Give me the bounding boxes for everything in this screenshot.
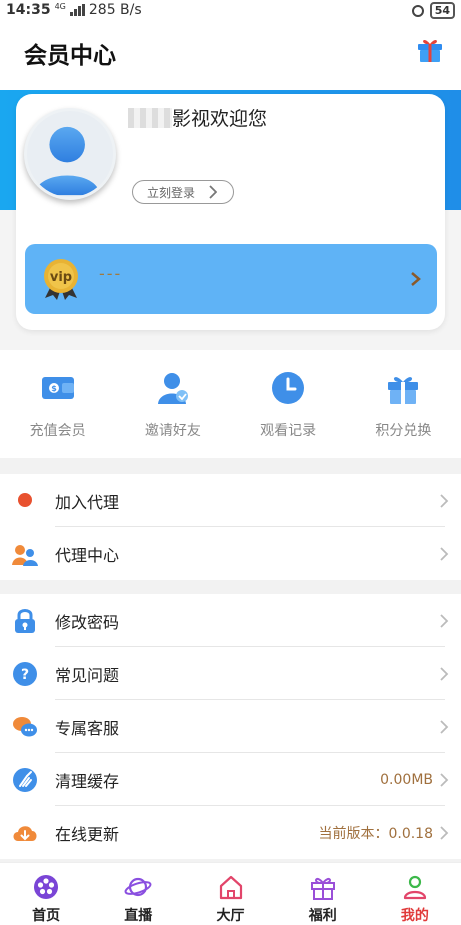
question-icon: ? <box>13 662 37 686</box>
svg-text:?: ? <box>21 667 29 683</box>
quick-invite-friends[interactable]: 邀请好友 <box>115 350 230 458</box>
invite-friend-icon <box>157 373 188 404</box>
quick-actions: $ 充值会员 邀请好友 观看记录 积分兑换 <box>0 350 461 458</box>
chat-bubbles-icon <box>13 717 37 737</box>
chevron-right-icon <box>209 185 218 199</box>
users-icon <box>12 545 38 566</box>
vip-status-bar[interactable]: vip --- <box>25 244 437 314</box>
cache-size-value: 0.00MB <box>380 771 433 788</box>
quick-watch-history[interactable]: 观看记录 <box>231 350 346 458</box>
menu-item-change-password[interactable]: 修改密码 <box>0 594 461 647</box>
quick-recharge-label: 充值会员 <box>29 423 86 439</box>
clock-icon <box>272 372 305 404</box>
menu-item-label: 修改密码 <box>55 612 120 632</box>
nav-welfare-label: 福利 <box>308 908 337 924</box>
quick-points-label: 积分兑换 <box>375 423 432 439</box>
default-avatar-icon <box>34 126 100 196</box>
status-bar: 14:35 4G 285 B/s 54 <box>0 0 461 22</box>
quick-history-label: 观看记录 <box>260 423 317 439</box>
quick-invite-label: 邀请好友 <box>144 423 201 439</box>
network-speed: 285 B/s <box>88 2 142 18</box>
menu-item-online-update[interactable]: 在线更新 当前版本：0.0.18 <box>0 806 461 859</box>
signal-icon <box>69 4 85 16</box>
menu-item-label: 加入代理 <box>55 492 120 512</box>
nav-welfare[interactable]: 福利 <box>277 863 369 925</box>
lock-icon <box>15 609 35 633</box>
menu-item-label: 常见问题 <box>55 665 120 685</box>
chevron-right-icon <box>440 825 449 840</box>
app-version-value: 当前版本：0.0.18 <box>318 825 433 842</box>
nav-mine-label: 我的 <box>400 908 429 924</box>
menu-item-faq[interactable]: ? 常见问题 <box>0 647 461 700</box>
red-dot-icon <box>18 493 32 507</box>
page-title: 会员中心 <box>24 43 116 69</box>
menu-item-label: 在线更新 <box>55 824 120 844</box>
gift-icon <box>388 377 419 404</box>
chevron-right-icon <box>440 493 449 508</box>
username-blurred <box>128 108 172 128</box>
avatar[interactable] <box>24 108 116 200</box>
broom-icon <box>13 768 37 792</box>
rotation-lock-icon <box>411 4 424 17</box>
nav-live[interactable]: 直播 <box>92 863 184 925</box>
chevron-right-icon <box>440 546 449 561</box>
menu-group-agent: 加入代理 代理中心 <box>0 474 461 580</box>
house-icon <box>219 875 242 900</box>
nav-hall-label: 大厅 <box>216 908 245 924</box>
film-reel-icon <box>34 875 59 899</box>
menu-item-customer-service[interactable]: 专属客服 <box>0 700 461 753</box>
menu-item-label: 清理缓存 <box>55 771 120 791</box>
menu-item-join-agent[interactable]: 加入代理 <box>0 474 461 527</box>
menu-item-label: 代理中心 <box>55 545 120 565</box>
chevron-right-icon <box>440 772 449 787</box>
battery-indicator: 54 <box>429 2 455 19</box>
page-header: 会员中心 <box>0 22 461 90</box>
nav-home-label: 首页 <box>32 908 61 924</box>
nav-mine[interactable]: 我的 <box>369 863 461 925</box>
person-icon <box>403 875 427 900</box>
nav-hall[interactable]: 大厅 <box>184 863 276 925</box>
nav-live-label: 直播 <box>124 908 153 924</box>
chevron-right-icon <box>440 666 449 681</box>
menu-item-label: 专属客服 <box>55 718 120 738</box>
welcome-text: 影视欢迎您 <box>172 108 268 130</box>
menu-item-agent-center[interactable]: 代理中心 <box>0 527 461 580</box>
quick-recharge-vip[interactable]: $ 充值会员 <box>0 350 115 458</box>
wallet-icon: $ <box>41 377 74 399</box>
chevron-right-icon <box>411 272 421 286</box>
quick-points-exchange[interactable]: 积分兑换 <box>346 350 461 458</box>
svg-text:$: $ <box>51 384 57 393</box>
chevron-right-icon <box>440 613 449 628</box>
menu-item-clear-cache[interactable]: 清理缓存 0.00MB <box>0 753 461 806</box>
chevron-right-icon <box>440 719 449 734</box>
status-time: 14:35 <box>6 2 51 18</box>
login-button[interactable]: 立刻登录 <box>132 180 234 204</box>
svg-text:vip: vip <box>50 270 72 285</box>
menu-group-settings: 修改密码 ? 常见问题 专属客服 清理缓存 0.00MB 在线更新 当前版本：0… <box>0 594 461 859</box>
gift-icon <box>310 877 335 900</box>
network-type: 4G <box>54 2 66 11</box>
nav-home[interactable]: 首页 <box>0 863 92 925</box>
vip-badge-icon: vip <box>44 259 78 300</box>
gift-icon[interactable] <box>415 34 445 64</box>
login-button-label: 立刻登录 <box>147 185 196 200</box>
cloud-download-icon <box>13 826 37 841</box>
planet-icon <box>124 877 152 897</box>
bottom-nav: 首页 直播 大厅 福利 我的 <box>0 862 461 925</box>
vip-status-text: --- <box>99 264 123 283</box>
profile-card: 影视欢迎您 立刻登录 vip --- <box>16 94 445 330</box>
